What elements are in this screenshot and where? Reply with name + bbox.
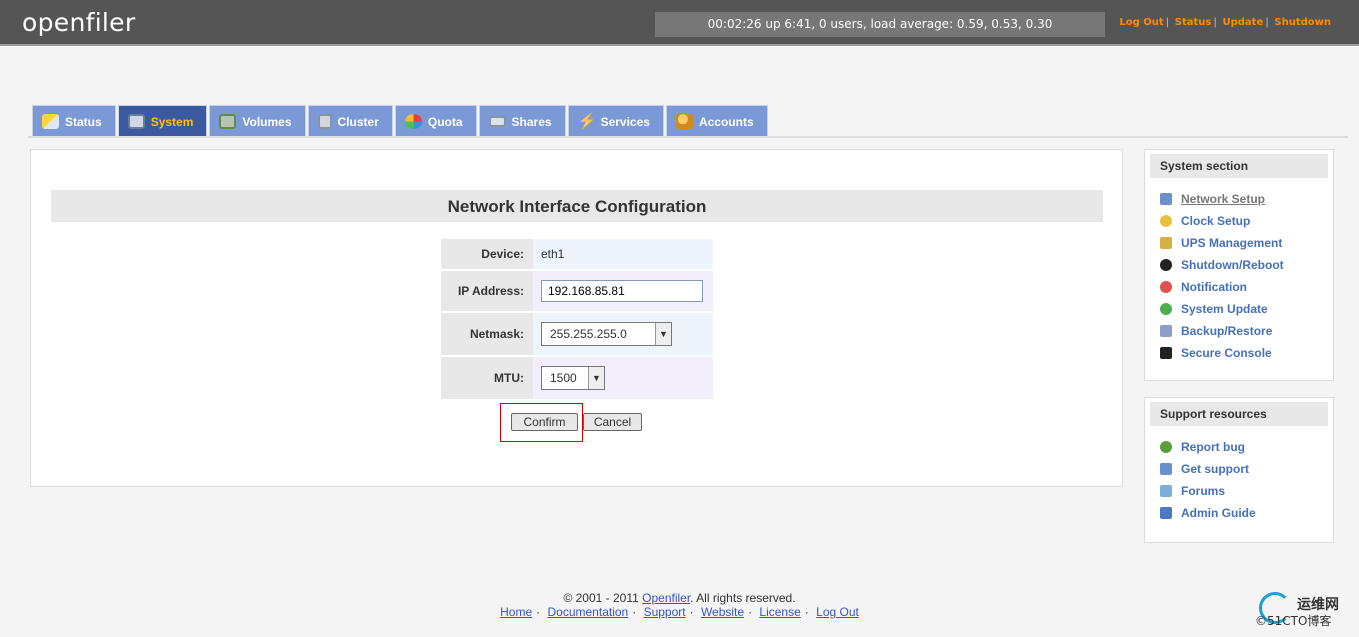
- interface-form: Device: eth1 IP Address: Netmask: 255.25…: [441, 239, 713, 401]
- mtu-select[interactable]: 1500 ▼: [541, 366, 605, 390]
- battery-icon: [1160, 237, 1172, 249]
- tab-underline: [28, 136, 1348, 138]
- system-section-list: Network Setup Clock Setup UPS Management…: [1145, 178, 1333, 364]
- watermark: 运维网 ©51CTO博客: [1255, 592, 1355, 632]
- main-tabs: Status System Volumes Cluster Quota Shar…: [32, 105, 770, 137]
- network-icon: [1160, 193, 1172, 205]
- disk-icon: [219, 114, 237, 129]
- device-value: eth1: [533, 239, 713, 269]
- computer-icon: [127, 114, 145, 129]
- tab-system[interactable]: System: [117, 105, 208, 137]
- logout-link[interactable]: Log Out: [1119, 17, 1163, 28]
- footer: © 2001 - 2011 Openfiler. All rights rese…: [0, 591, 1359, 619]
- pie-icon: [404, 114, 422, 129]
- main-panel: Network Interface Configuration Device: …: [30, 149, 1123, 487]
- mtu-selected: 1500: [550, 371, 577, 385]
- bug-icon: [1160, 441, 1172, 453]
- clock-icon: [1160, 215, 1172, 227]
- drive-icon: [488, 116, 506, 127]
- sidebar-item-get-support[interactable]: Get support: [1160, 458, 1333, 480]
- lightning-icon: ⚡: [577, 113, 597, 130]
- status-link[interactable]: Status: [1175, 17, 1212, 28]
- openfiler-logo[interactable]: openfiler: [22, 8, 135, 37]
- sidebar-item-secure-console[interactable]: Secure Console: [1160, 342, 1333, 364]
- cluster-icon: [317, 114, 332, 129]
- copyright: © 2001 - 2011 Openfiler. All rights rese…: [563, 591, 796, 605]
- sidebar-item-clock-setup[interactable]: Clock Setup: [1160, 210, 1333, 232]
- footer-logout-link[interactable]: Log Out: [816, 605, 859, 619]
- device-label: Device:: [441, 239, 533, 269]
- footer-documentation-link[interactable]: Documentation: [548, 605, 629, 619]
- tab-accounts[interactable]: Accounts: [665, 105, 768, 137]
- alert-icon: [1160, 281, 1172, 293]
- tab-services[interactable]: ⚡ Services: [567, 105, 664, 137]
- ip-address-input[interactable]: [541, 280, 703, 302]
- sidebar-item-admin-guide[interactable]: Admin Guide: [1160, 502, 1333, 524]
- netmask-row: Netmask: 255.255.255.0 ▼: [441, 313, 713, 355]
- shutdown-link[interactable]: Shutdown: [1274, 17, 1331, 28]
- users-icon: [675, 114, 693, 129]
- console-icon: [1160, 347, 1172, 359]
- sidebar-item-notification[interactable]: Notification: [1160, 276, 1333, 298]
- support-resources-panel: Support resources Report bug Get support…: [1144, 397, 1334, 543]
- footer-links: Home · Documentation · Support · Website · L…: [500, 605, 859, 619]
- tab-status[interactable]: Status: [32, 105, 116, 137]
- footer-website-link[interactable]: Website: [701, 605, 744, 619]
- uptime-status: 00:02:26 up 6:41, 0 users, load average:…: [655, 12, 1105, 37]
- support-resources-list: Report bug Get support Forums Admin Guid…: [1145, 426, 1333, 524]
- support-icon: [1160, 463, 1172, 475]
- ip-row: IP Address:: [441, 271, 713, 311]
- page-title: Network Interface Configuration: [51, 190, 1103, 222]
- netmask-select[interactable]: 255.255.255.0 ▼: [541, 322, 672, 346]
- support-resources-title: Support resources: [1150, 402, 1328, 426]
- sidebar-item-network-setup[interactable]: Network Setup: [1160, 188, 1333, 210]
- sidebar-item-forums[interactable]: Forums: [1160, 480, 1333, 502]
- tab-quota[interactable]: Quota: [394, 105, 477, 137]
- forum-icon: [1160, 485, 1172, 497]
- openfiler-link[interactable]: Openfiler: [642, 591, 690, 605]
- system-section-panel: System section Network Setup Clock Setup…: [1144, 149, 1334, 381]
- update-icon: [1160, 303, 1172, 315]
- footer-home-link[interactable]: Home: [500, 605, 532, 619]
- watermark-line2: ©51CTO博客: [1255, 614, 1332, 628]
- system-section-title: System section: [1150, 154, 1328, 178]
- footer-license-link[interactable]: License: [759, 605, 800, 619]
- device-row: Device: eth1: [441, 239, 713, 269]
- sidebar-item-report-bug[interactable]: Report bug: [1160, 436, 1333, 458]
- sidebar-item-shutdown-reboot[interactable]: Shutdown/Reboot: [1160, 254, 1333, 276]
- top-bar: openfiler 00:02:26 up 6:41, 0 users, loa…: [0, 0, 1359, 46]
- sidebar-item-backup-restore[interactable]: Backup/Restore: [1160, 320, 1333, 342]
- mtu-row: MTU: 1500 ▼: [441, 357, 713, 399]
- sidebar-item-ups-management[interactable]: UPS Management: [1160, 232, 1333, 254]
- sidebar-item-system-update[interactable]: System Update: [1160, 298, 1333, 320]
- mtu-label: MTU:: [441, 357, 533, 399]
- netmask-selected: 255.255.255.0: [550, 327, 627, 341]
- footer-support-link[interactable]: Support: [644, 605, 686, 619]
- tab-volumes[interactable]: Volumes: [209, 105, 306, 137]
- top-links: Log Out | Status | Update | Shutdown: [1119, 17, 1331, 28]
- tab-cluster[interactable]: Cluster: [307, 105, 393, 137]
- tab-shares[interactable]: Shares: [478, 105, 566, 137]
- book-icon: [1160, 507, 1172, 519]
- confirm-button[interactable]: Confirm: [511, 413, 578, 431]
- chevron-down-icon: ▼: [588, 367, 604, 389]
- cancel-button[interactable]: Cancel: [583, 413, 642, 431]
- power-icon: [1160, 259, 1172, 271]
- ip-label: IP Address:: [441, 271, 533, 311]
- backup-icon: [1160, 325, 1172, 337]
- watermark-line1: 运维网: [1297, 597, 1339, 613]
- netmask-label: Netmask:: [441, 313, 533, 355]
- sun-cloud-icon: [42, 114, 59, 129]
- chevron-down-icon: ▼: [655, 323, 671, 345]
- update-link[interactable]: Update: [1223, 17, 1264, 28]
